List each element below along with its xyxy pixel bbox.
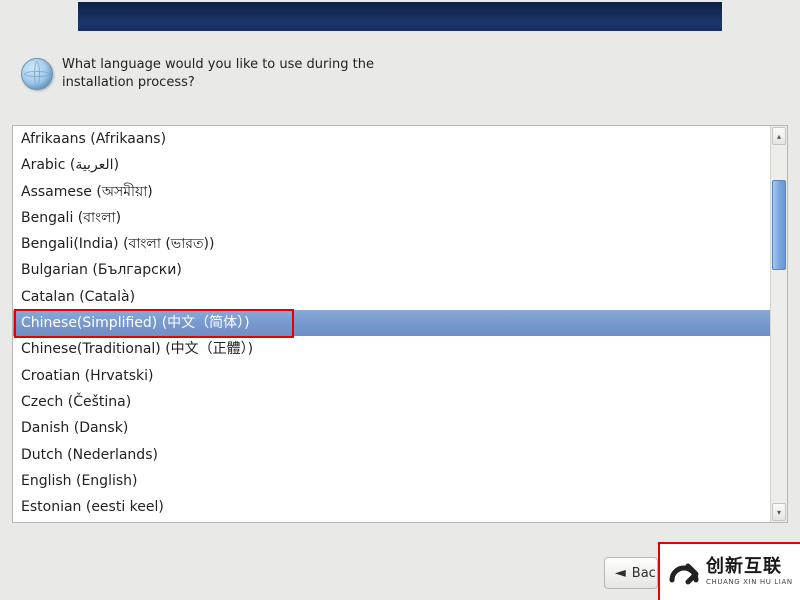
list-item[interactable]: Danish (Dansk) [13,415,770,441]
list-item[interactable]: Croatian (Hrvatski) [13,363,770,389]
watermark-text-en: CHUANG XIN HU LIAN [706,578,793,586]
language-list[interactable]: Afrikaans (Afrikaans)Arabic (العربية)Ass… [12,125,788,523]
list-item[interactable]: Chinese(Simplified) (中文（简体）) [13,310,770,336]
list-item[interactable]: Dutch (Nederlands) [13,442,770,468]
scroll-track[interactable] [772,146,786,502]
watermark: 创新互联 CHUANG XIN HU LIAN [658,542,800,600]
list-item[interactable]: Catalan (Català) [13,284,770,310]
back-button-label: Back [632,566,658,581]
watermark-text-cn: 创新互联 [706,558,793,576]
list-item[interactable]: Czech (Čeština) [13,389,770,415]
header-banner [78,2,722,31]
list-item[interactable]: Bulgarian (Български) [13,257,770,283]
list-item[interactable]: Arabic (العربية) [13,152,770,178]
list-item[interactable]: Afrikaans (Afrikaans) [13,126,770,152]
scroll-down-button[interactable]: ▾ [772,503,786,521]
list-item[interactable]: Bengali(India) (বাংলা (ভারত)) [13,231,770,257]
list-item[interactable]: Bengali (বাংলা) [13,205,770,231]
back-button[interactable]: ◄ Back [604,557,658,589]
prompt-text: What language would you like to use duri… [62,55,374,91]
prompt-row: What language would you like to use duri… [18,55,374,93]
scroll-up-button[interactable]: ▴ [772,127,786,145]
arrow-left-icon: ◄ [615,565,626,581]
globe-icon [18,55,56,93]
list-item[interactable]: Estonian (eesti keel) [13,494,770,520]
list-item[interactable]: English (English) [13,468,770,494]
scroll-thumb[interactable] [772,180,786,270]
prompt-line1: What language would you like to use duri… [62,57,374,72]
list-item[interactable]: Finnish (suomi) [13,520,770,522]
list-item[interactable]: Chinese(Traditional) (中文（正體）) [13,336,770,362]
list-item[interactable]: Assamese (অসমীয়া) [13,179,770,205]
watermark-logo-icon [666,554,702,590]
prompt-line2: installation process? [62,75,195,90]
scrollbar[interactable]: ▴ ▾ [770,126,787,522]
